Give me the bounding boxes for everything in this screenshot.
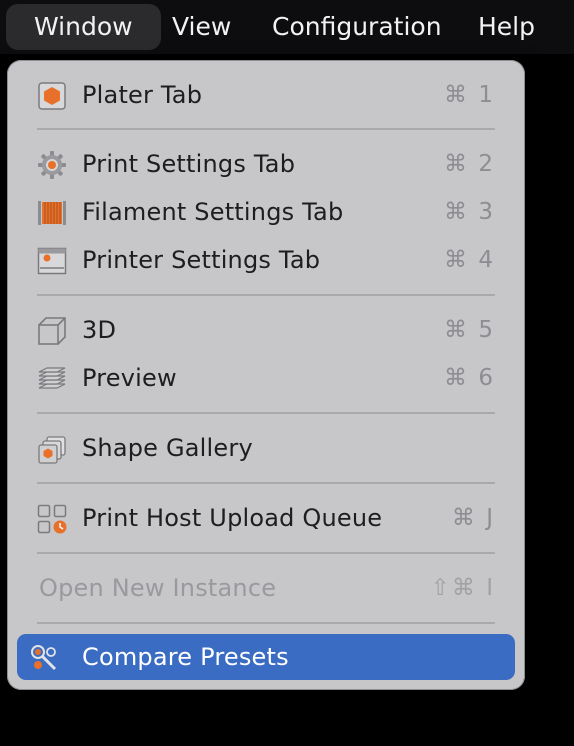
menu-item-label: Print Host Upload Queue [82, 504, 383, 532]
printer-icon [37, 246, 67, 276]
menu-item-label: Shape Gallery [82, 434, 253, 462]
menu-item-print-host-upload-queue[interactable]: Print Host Upload Queue ⌘ J [17, 495, 515, 541]
menu-item-label: Filament Settings Tab [82, 198, 344, 226]
menu-item-3d[interactable]: 3D ⌘ 5 [17, 307, 515, 353]
menu-separator [37, 552, 495, 554]
menu-item-label: Preview [82, 364, 177, 392]
cube-icon [37, 316, 67, 346]
menubar-configuration[interactable]: Configuration [264, 4, 450, 50]
menu-item-shortcut: ⌘ 6 [444, 365, 495, 391]
menu-item-printer-settings-tab[interactable]: Printer Settings Tab ⌘ 4 [17, 237, 515, 283]
menu-item-open-new-instance: Open New Instance ⇧⌘ I [17, 565, 515, 611]
menu-item-print-settings-tab[interactable]: Print Settings Tab ⌘ 2 [17, 141, 515, 187]
menu-separator [37, 128, 495, 130]
plater-icon [37, 81, 67, 111]
menu-bar: Window View Configuration Help [0, 0, 574, 54]
menubar-view[interactable]: View [164, 4, 239, 50]
menubar-help[interactable]: Help [470, 4, 543, 50]
menu-item-label: Compare Presets [82, 643, 289, 671]
menu-item-label: Plater Tab [82, 81, 203, 109]
gear-icon [37, 150, 67, 180]
layers-icon [37, 364, 67, 394]
menu-separator [37, 482, 495, 484]
menu-item-label: 3D [82, 316, 117, 344]
filament-icon [37, 198, 67, 228]
menu-item-shortcut: ⌘ 3 [444, 199, 495, 225]
menu-item-label: Printer Settings Tab [82, 246, 321, 274]
menu-item-shortcut: ⌘ 2 [444, 151, 495, 177]
menu-item-label: Print Settings Tab [82, 150, 296, 178]
menu-item-shortcut: ⌘ 1 [444, 82, 495, 108]
menu-item-shortcut: ⌘ 4 [444, 247, 495, 273]
compare-icon [29, 643, 59, 673]
menubar-window[interactable]: Window [6, 4, 161, 50]
window-menu-dropdown: Plater Tab ⌘ 1 Print Settings Tab ⌘ 2 Fi… [7, 60, 525, 690]
menu-item-filament-settings-tab[interactable]: Filament Settings Tab ⌘ 3 [17, 189, 515, 235]
menu-item-preview[interactable]: Preview ⌘ 6 [17, 355, 515, 401]
menu-separator [37, 294, 495, 296]
menu-item-label: Open New Instance [39, 574, 277, 602]
menu-separator [37, 622, 495, 624]
menu-item-shortcut: ⌘ J [451, 505, 495, 531]
menu-item-compare-presets[interactable]: Compare Presets [17, 634, 515, 680]
menu-separator [37, 412, 495, 414]
shape-gallery-icon [37, 434, 67, 464]
menu-item-plater-tab[interactable]: Plater Tab ⌘ 1 [17, 72, 515, 118]
menu-item-shape-gallery[interactable]: Shape Gallery [17, 425, 515, 471]
menu-item-shortcut: ⇧⌘ I [430, 575, 495, 601]
upload-queue-icon [37, 504, 67, 534]
menu-item-shortcut: ⌘ 5 [444, 317, 495, 343]
